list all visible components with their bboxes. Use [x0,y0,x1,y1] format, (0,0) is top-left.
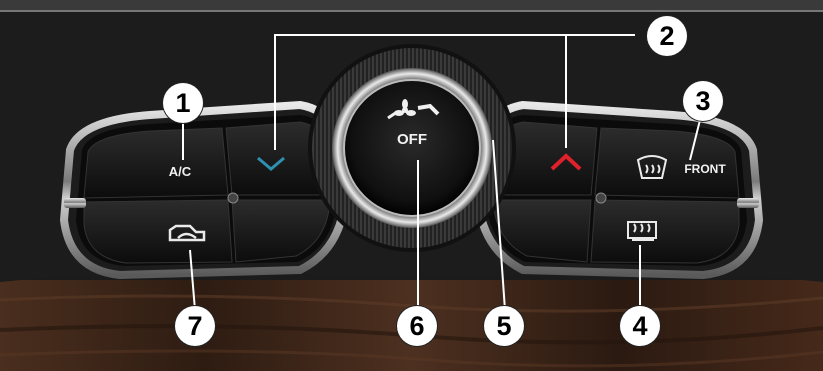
ac-label: A/C [168,164,192,179]
front-defrost-label: FRONT [684,162,726,176]
callout-1: 1 [163,83,203,123]
callout-5: 5 [484,306,524,346]
fan-control-knob[interactable] [312,48,512,248]
rear-defrost-button[interactable] [595,202,735,262]
fan-off-label: OFF [397,131,427,148]
callout-2: 2 [647,16,687,56]
recirculation-button[interactable] [88,202,228,262]
callout-6: 6 [397,306,437,346]
callout-7: 7 [175,306,215,346]
lower-right-button[interactable] [495,202,589,260]
callout-3: 3 [683,81,723,121]
lower-left-button[interactable] [234,202,328,260]
ac-button[interactable] [88,132,224,194]
callout-4: 4 [620,306,660,346]
temp-up-button[interactable] [495,124,593,194]
